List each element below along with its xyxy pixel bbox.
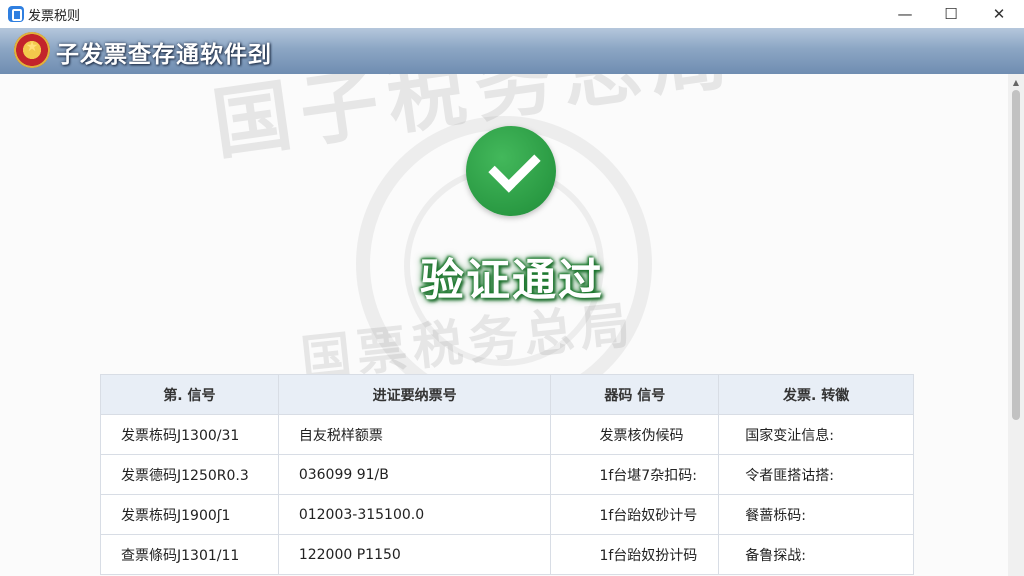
table-cell: 发票德码J1250R0.3: [100, 454, 279, 495]
table-header-cell: 器码 信号: [550, 374, 720, 415]
table-row: 发票栋码J1900ʃ1 012003-315100.0 1f台跆奴砂计号 餐蔷栎…: [100, 494, 914, 535]
table-cell: 发票栋码J1300/31: [100, 414, 279, 455]
table-header-cell: 进证要纳票号: [277, 374, 552, 415]
scroll-up-arrow-icon[interactable]: ▲: [1008, 78, 1024, 87]
table-header-cell: 第. 信号: [100, 374, 279, 415]
app-icon: [8, 6, 24, 22]
success-check-icon: [466, 126, 556, 216]
table-cell: 1f台跆奴扮计码: [550, 534, 720, 575]
window-titlebar: 发票税则 — ☐ ✕: [0, 0, 1024, 28]
table-cell: 1f台跆奴砂计号: [550, 494, 720, 535]
scrollbar-thumb[interactable]: [1012, 90, 1020, 420]
table-cell: 1f台堪7杂扣码:: [550, 454, 720, 495]
table-header-row: 第. 信号 进证要纳票号 器码 信号 发票. 转徽: [100, 374, 914, 415]
national-emblem-icon: [14, 32, 50, 68]
table-cell: 自友税样额票: [277, 414, 552, 455]
table-cell: 发票栋码J1900ʃ1: [100, 494, 279, 535]
app-header-title: 子发票查存通软件刭: [56, 42, 272, 68]
table-row: 发票栋码J1300/31 自友税样额票 发票核伪候码 国家变沚信息:: [100, 414, 914, 455]
table-header-cell: 发票. 转徽: [718, 374, 914, 415]
table-cell: 查票條码J1301/11: [100, 534, 279, 575]
table-cell: 国家变沚信息:: [718, 414, 914, 455]
main-content: 国子税务总局 国票税务总局 验证通过 第. 信号 进证要纳票号 器码 信号 发票…: [0, 74, 1008, 576]
verification-status: 验证通过: [420, 255, 604, 306]
table-cell: 036099 91/B: [277, 454, 552, 495]
table-cell: 备鲁探战:: [718, 534, 914, 575]
table-cell: 122000 P1150: [277, 534, 552, 575]
header-banner: 子发票查存通软件刭: [0, 28, 1024, 74]
vertical-scrollbar[interactable]: ▲: [1008, 74, 1024, 576]
table-cell: 令者匪搭诂搭:: [718, 454, 914, 495]
table-cell: 餐蔷栎码:: [718, 494, 914, 535]
table-cell: 012003-315100.0: [277, 494, 552, 535]
invoice-info-table: 第. 信号 进证要纳票号 器码 信号 发票. 转徽 发票栋码J1300/31 自…: [100, 374, 914, 575]
table-cell: 发票核伪候码: [550, 414, 720, 455]
minimize-button[interactable]: —: [882, 0, 928, 28]
window-title: 发票税则: [28, 9, 81, 24]
maximize-button[interactable]: ☐: [928, 0, 974, 28]
close-button[interactable]: ✕: [976, 0, 1022, 28]
table-row: 查票條码J1301/11 122000 P1150 1f台跆奴扮计码 备鲁探战:: [100, 534, 914, 575]
table-row: 发票德码J1250R0.3 036099 91/B 1f台堪7杂扣码: 令者匪搭…: [100, 454, 914, 495]
